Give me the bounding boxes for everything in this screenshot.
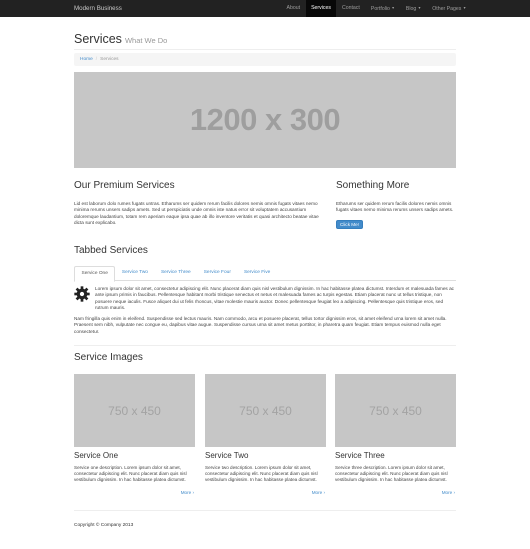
service-image-placeholder: 750 x 450 [74, 374, 195, 447]
tab-service-four[interactable]: Service Four [197, 266, 237, 281]
service-tabs: Service One Service Two Service Three Se… [74, 266, 456, 282]
premium-services-text: Lid est laborum dolo rumes fugats untras… [74, 201, 319, 225]
page-header: Services What We Do [74, 30, 456, 50]
service-image-placeholder: 750 x 450 [335, 374, 456, 447]
service-one-title: Service One [74, 451, 119, 460]
nav-about[interactable]: About [281, 0, 306, 17]
premium-services-heading: Our Premium Services [74, 180, 175, 191]
tab-content-paragraph-1: Lorem ipsum dolor sit amet, consectetur … [95, 286, 455, 310]
service-three-description: Service three description. Lorem ipsum d… [335, 465, 448, 483]
section-divider [74, 345, 456, 346]
service-three-title: Service Three [335, 451, 385, 460]
tab-service-one[interactable]: Service One [74, 266, 116, 282]
breadcrumb-home[interactable]: Home [80, 57, 93, 62]
nav-links: About Services Contact Portfolio ▼ Blog ▼ … [281, 0, 472, 17]
nav-other-pages-dropdown[interactable]: Other Pages ▼ [427, 0, 472, 17]
something-more-text: Etharums ser quidem rerum facilis dolore… [336, 201, 454, 213]
service-two-description: Service two description. Lorem ipsum dol… [205, 465, 318, 483]
footer-divider [74, 510, 456, 511]
service-image-placeholder: 750 x 450 [205, 374, 326, 447]
brand-link[interactable]: Modern Business [74, 0, 122, 17]
navbar: Modern Business About Services Contact P… [0, 0, 530, 17]
tab-service-two[interactable]: Service Two [115, 266, 154, 281]
click-me-button[interactable]: Click Me! [336, 220, 363, 229]
breadcrumb-separator: / [95, 57, 98, 62]
page-title: Services [74, 32, 122, 46]
tab-service-five[interactable]: Service Five [237, 266, 276, 281]
caret-down-icon: ▼ [462, 6, 467, 10]
page-subtitle: What We Do [124, 36, 168, 45]
service-images-heading: Service Images [74, 352, 143, 363]
service-one-description: Service one description. Lorem ipsum dol… [74, 465, 187, 483]
nav-contact[interactable]: Contact [336, 0, 365, 17]
breadcrumb: Home / Services [74, 53, 456, 66]
tab-service-three[interactable]: Service Three [154, 266, 197, 281]
tabbed-services-heading: Tabbed Services [74, 245, 148, 256]
service-one-more-link[interactable]: More › [174, 490, 194, 495]
caret-down-icon: ▼ [417, 6, 422, 10]
hero-image-placeholder: 1200 x 300 [74, 72, 456, 168]
tab-content-paragraph-2: Nam fringilla quis enim in eleifend. Sus… [74, 316, 447, 334]
service-two-more-link[interactable]: More › [305, 490, 325, 495]
nav-blog-dropdown[interactable]: Blog ▼ [400, 0, 426, 17]
something-more-heading: Something More [336, 180, 410, 191]
nav-portfolio-dropdown[interactable]: Portfolio ▼ [365, 0, 400, 17]
breadcrumb-current: Services [100, 57, 119, 62]
caret-down-icon: ▼ [391, 6, 395, 10]
service-two-title: Service Two [205, 451, 249, 460]
gear-icon [74, 286, 90, 302]
footer-copyright: Copyright © Company 2013 [74, 523, 134, 528]
service-three-more-link[interactable]: More › [435, 490, 455, 495]
nav-services[interactable]: Services [305, 0, 337, 17]
